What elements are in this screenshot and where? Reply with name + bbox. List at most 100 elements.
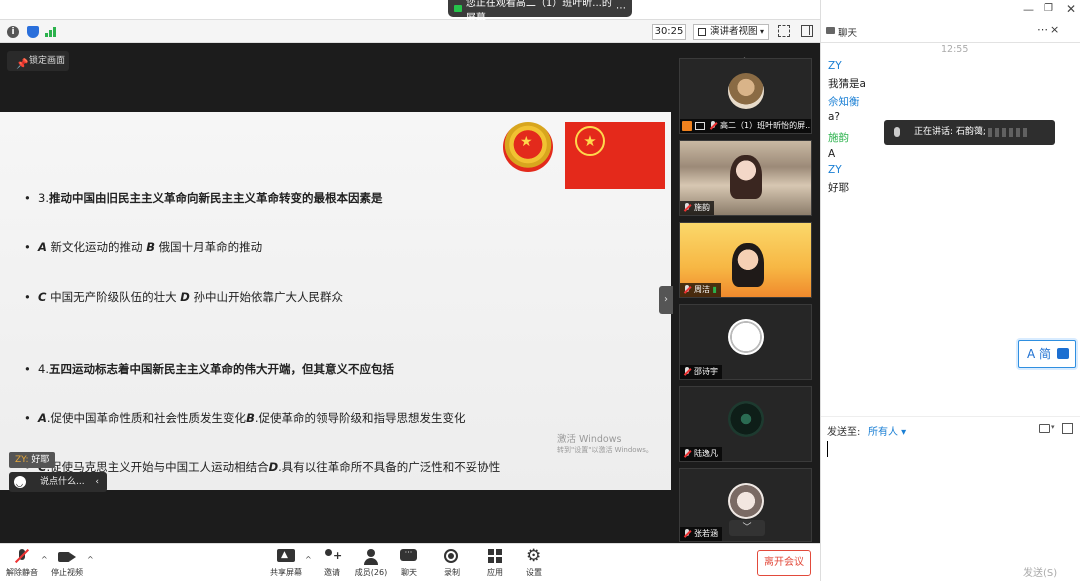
participant-tile[interactable]: 邵诗宇 <box>679 304 812 380</box>
send-button[interactable]: 发送(S) <box>1023 564 1057 579</box>
video-options-caret[interactable]: ^ <box>87 555 94 564</box>
participant-name-tag: 施韵 <box>680 201 714 215</box>
participant-name-tag: 陆逸凡 <box>680 447 722 461</box>
mic-muted-icon <box>683 449 691 459</box>
ime-mode-label[interactable]: A 简 <box>1027 347 1051 361</box>
apps-button[interactable]: 应用 <box>475 546 515 580</box>
slide-line-q3-options-cd: • C 中国无产阶级队伍的壮大 D 孙中山开始依靠广大人民群众 <box>24 290 343 304</box>
scroll-down-icon[interactable]: ﹀ <box>729 520 765 536</box>
chevron-left-icon[interactable]: ‹ <box>95 472 99 492</box>
invite-button[interactable]: 邀请 <box>312 546 352 580</box>
fullscreen-icon[interactable] <box>778 25 790 37</box>
watermark-subtitle: 转到"设置"以激活 Windows。 <box>557 446 653 454</box>
audio-level-icon: ▮ <box>712 285 717 294</box>
settings-button[interactable]: 设置 <box>514 546 554 580</box>
message-sender: ZY <box>828 60 842 72</box>
apps-icon <box>486 549 504 565</box>
send-to-label: 发送至: <box>827 427 861 438</box>
chat-icon <box>826 27 835 34</box>
sketch-avatar <box>728 319 764 355</box>
participant-name-tag: 邵诗宇 <box>680 365 722 379</box>
dark-avatar <box>728 401 764 437</box>
slide-line-q3-options-ab: • A 新文化运动的推动 B 俄国十月革命的推动 <box>24 240 263 254</box>
message-sender: ZY <box>828 164 842 176</box>
participant-tile[interactable]: 施韵 <box>679 140 812 216</box>
skin-icon[interactable] <box>1057 348 1069 359</box>
gear-icon <box>525 546 543 566</box>
text-cursor <box>827 441 828 457</box>
meeting-window: 您正在观看高二（1）班叶昕...的屏幕 ⋯ i 30:25 演讲者视图 ▾ 📌 … <box>0 0 820 581</box>
participant-tile[interactable]: 周洁 ▮ <box>679 222 812 298</box>
chevron-down-icon[interactable]: ▾ <box>1051 423 1055 431</box>
toast-text: 好耶 <box>28 455 50 465</box>
youth-league-emblem <box>503 122 553 172</box>
slide-line-q4: • 4.五四运动标志着中国新民主主义革命的伟大开端，但其意义不应包括 <box>24 362 394 376</box>
chat-compose-area: 发送至: 所有人 ▾ ▾ 发送(S) <box>821 416 1080 581</box>
more-options-icon[interactable]: ⋯ <box>1037 23 1048 36</box>
participant-tile[interactable]: 高二（1）班叶昕怡的屏... <box>679 58 812 134</box>
watermark-title: 激活 Windows <box>557 434 622 445</box>
chat-header: 聊天 ⋯ × <box>821 20 1080 43</box>
slide-line-q3: • 3.推动中国由旧民主主义革命向新民主主义革命转变的最根本因素是 <box>24 191 383 205</box>
minimize-icon[interactable]: — <box>1023 3 1034 16</box>
message-text: 好耶 <box>828 182 849 194</box>
participant-tile[interactable]: 陆逸凡 <box>679 386 812 462</box>
ime-toolbar[interactable]: A 简 <box>1018 340 1076 368</box>
toast-sender: ZY: <box>15 455 29 465</box>
host-icon <box>682 121 692 131</box>
chat-message-input[interactable] <box>825 439 1077 549</box>
leave-meeting-button[interactable]: 离开会议 <box>757 550 811 576</box>
chat-icon <box>400 549 418 565</box>
folder-icon[interactable] <box>1039 424 1050 433</box>
close-window-icon[interactable]: ✕ <box>1066 2 1076 16</box>
recipient-select[interactable]: 所有人 ▾ <box>868 423 906 438</box>
info-bar: i 30:25 演讲者视图 ▾ <box>0 20 820 43</box>
record-button[interactable]: 录制 <box>432 546 472 580</box>
active-speaker-text: 正在讲话: 石韵蔼; <box>914 127 986 137</box>
camera-icon <box>454 5 462 12</box>
mute-button[interactable]: 解除静音 <box>2 546 42 580</box>
emoji-icon[interactable] <box>14 474 26 494</box>
sidebar-layout-icon[interactable] <box>801 25 813 37</box>
members-button[interactable]: 成员(26) <box>351 546 391 580</box>
share-screen-button[interactable]: 共享屏幕 <box>266 546 306 580</box>
participant-name-tag: 高二（1）班叶昕怡的屏... <box>680 119 811 133</box>
stop-video-button[interactable]: 停止视频 <box>47 546 87 580</box>
screenshot-icon[interactable] <box>1062 423 1073 434</box>
share-options-caret[interactable]: ^ <box>305 555 312 564</box>
chat-bubble-toast: ZY: 好耶 <box>9 452 55 468</box>
more-icon[interactable]: ⋯ <box>616 3 626 14</box>
windows-activation-watermark: 激活 Windows 转到"设置"以激活 Windows。 <box>557 434 653 456</box>
signal-icon[interactable] <box>45 26 57 37</box>
bird-avatar <box>728 483 764 519</box>
mic-muted-icon <box>709 121 717 131</box>
video-feed <box>730 155 762 199</box>
message-text: 我猜是a <box>828 78 866 90</box>
mic-muted-icon <box>683 367 691 377</box>
speaker-view-button[interactable]: 演讲者视图 ▾ <box>693 24 769 40</box>
chat-title: 聊天 <box>838 28 858 39</box>
close-chat-icon[interactable]: × <box>1050 23 1059 36</box>
meeting-timer: 30:25 <box>652 24 686 40</box>
lock-screen-button[interactable]: 📌 锁定画面 <box>7 51 69 71</box>
screen-share-banner[interactable]: 您正在观看高二（1）班叶昕...的屏幕 ⋯ <box>448 0 632 24</box>
chat-button[interactable]: 聊天 <box>389 546 429 580</box>
mic-muted-icon <box>13 549 31 565</box>
grid-icon <box>698 28 706 36</box>
chat-timestamp: 12:55 <box>941 44 969 55</box>
restore-icon[interactable]: ❐ <box>1044 3 1053 14</box>
speaker-view-label: 演讲者视图 <box>710 26 758 37</box>
quick-chat-placeholder[interactable]: 说点什么... <box>40 477 85 487</box>
members-icon <box>362 549 380 565</box>
chevron-down-icon: ▾ <box>759 27 764 36</box>
flag-image: ★ <box>565 122 665 189</box>
pin-icon: 📌 <box>16 59 29 70</box>
shield-icon[interactable] <box>27 26 39 38</box>
share-screen-icon <box>277 549 295 565</box>
info-icon[interactable]: i <box>7 26 19 38</box>
video-feed <box>732 243 764 287</box>
collapse-thumbnails-button[interactable]: › <box>659 286 673 314</box>
message-text: a? <box>828 111 841 123</box>
quick-chat-bar[interactable]: 说点什么... ‹ <box>9 472 107 494</box>
participant-name-tag: 张若涵 <box>680 527 722 541</box>
